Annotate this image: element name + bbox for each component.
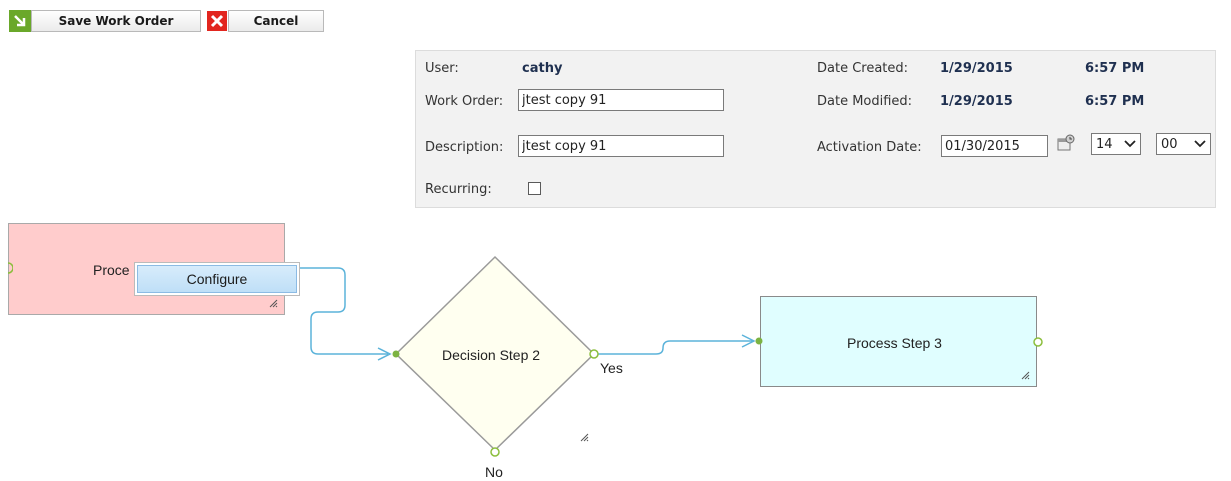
yes-branch-label: Yes [600, 360, 623, 376]
process-step-3[interactable]: Process Step 3 [760, 296, 1037, 387]
step3-output-port-icon [1033, 337, 1043, 347]
configure-menu-item[interactable]: Configure [137, 265, 297, 293]
process-step-1-label: Proce [93, 262, 130, 278]
decision-input-port-icon [392, 350, 400, 358]
connector-step2-to-step3 [596, 340, 753, 355]
resize-handle-icon[interactable] [268, 298, 278, 308]
connector-step1-to-step2 [285, 267, 388, 355]
decision-yes-port-icon [589, 349, 599, 359]
no-branch-label: No [485, 464, 503, 480]
process-step-3-label: Process Step 3 [847, 335, 942, 351]
port-icon [7, 262, 13, 274]
resize-handle-icon[interactable] [1020, 370, 1030, 380]
context-menu: Configure [134, 262, 300, 296]
step3-input-port-icon [755, 337, 763, 345]
decision-no-port-icon [490, 447, 500, 457]
decision-step-2-label: Decision Step 2 [442, 347, 541, 363]
resize-handle-icon [580, 433, 589, 442]
